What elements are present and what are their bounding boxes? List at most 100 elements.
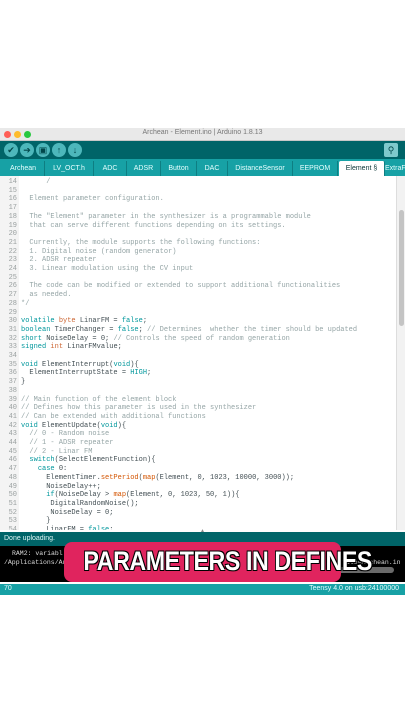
- window-title: Archean - Element.ino | Arduino 1.8.13: [142, 129, 263, 136]
- line-number: 29: [8, 308, 17, 317]
- code-line: 24 3. Linear modulation using the CV inp…: [0, 265, 396, 274]
- editor-scrollbar-thumb[interactable]: [399, 210, 404, 326]
- code-line: 26 The code can be modified or extended …: [0, 282, 396, 291]
- code-line: 40 // Defines how this parameter is used …: [0, 404, 396, 413]
- tab-extrafu[interactable]: ExtraFu: [385, 161, 405, 176]
- code-text: DigitalRandomNoise();: [21, 499, 139, 508]
- code-text: signed int LinarFMvalue;: [21, 343, 122, 352]
- caption-overlay: PARAMETERS IN DEFINES: [64, 542, 372, 582]
- line-number: 32: [8, 334, 17, 343]
- line-number: 53: [8, 517, 17, 526]
- code-line: 19 that can serve different functions de…: [0, 222, 396, 231]
- code-text: ElementTimer.setPeriod(map(Element, 0, 1…: [21, 473, 295, 482]
- code-line: 45 // 2 - Linar FM: [0, 448, 396, 457]
- line-number: 44: [8, 439, 17, 447]
- console-line-1: RAM2: variabl: [12, 550, 63, 557]
- line-number: 17: [8, 204, 17, 213]
- code-line: 51 DigitalRandomNoise();: [0, 500, 396, 509]
- check-icon: ✔: [7, 145, 15, 155]
- line-number: 33: [8, 343, 17, 352]
- line-number: 28: [8, 299, 17, 308]
- line-number: 15: [8, 186, 17, 195]
- code-text: ElementInterruptState = HIGH;: [21, 369, 152, 378]
- line-number: 46: [8, 456, 17, 465]
- code-line: 39 // Main function of the element block: [0, 396, 396, 405]
- line-number: 20: [8, 230, 17, 239]
- line-number: 25: [8, 273, 17, 282]
- tab-lv-oct[interactable]: LV_OCT.h: [45, 161, 94, 176]
- serial-monitor-button[interactable]: ⚲: [384, 143, 398, 157]
- board-port-label: Teensy 4.0 on usb:24100000: [309, 585, 399, 592]
- code-line: 25: [0, 274, 396, 283]
- upload-button[interactable]: ➔: [20, 143, 34, 157]
- save-button[interactable]: ↓: [68, 143, 82, 157]
- console-line-2: /Applications/Ar: [4, 559, 67, 566]
- line-number: 14: [8, 178, 17, 186]
- line-number: 47: [8, 465, 17, 474]
- code-text: NoiseDelay = 0;: [21, 508, 114, 517]
- code-text: as needed.: [21, 291, 72, 300]
- code-text: /: [21, 178, 51, 186]
- code-line: 27 as needed.: [0, 291, 396, 300]
- editor-scrollbar[interactable]: [396, 176, 405, 530]
- code-line: 23 2. ADSR repeater: [0, 256, 396, 265]
- tab-dac[interactable]: DAC: [197, 161, 228, 176]
- code-line: 30 volatile byte LinarFM = false;: [0, 317, 396, 326]
- code-text: case 0:: [37, 465, 68, 474]
- code-line: 15: [0, 187, 396, 196]
- new-button[interactable]: ▣: [36, 143, 50, 157]
- line-number: 22: [8, 247, 17, 256]
- code-line: 21 Currently, the module supports the fo…: [0, 239, 396, 248]
- code-line: 41 // Can be extended with additional fun…: [0, 413, 396, 422]
- tab-adsr[interactable]: ADSR: [127, 161, 161, 176]
- code-line: 48 ElementTimer.setPeriod(map(Element, 0…: [0, 474, 396, 483]
- code-line: 46 switch(SelectElementFunction){: [0, 456, 396, 465]
- code-text: if(NoiseDelay > map(Element, 0, 1023, 50…: [46, 491, 240, 500]
- code-line: 52 NoiseDelay = 0;: [0, 509, 396, 518]
- tab-eeprom[interactable]: EEPROM: [293, 161, 338, 176]
- ide-toolbar: ✔ ➔ ▣ ↑ ↓ ⚲: [0, 141, 405, 159]
- line-number: 34: [8, 352, 17, 360]
- code-text: // 0 - Random noise: [29, 430, 110, 439]
- window-titlebar: Archean - Element.ino | Arduino 1.8.13: [0, 128, 405, 141]
- sketch-tabs: Archean LV_OCT.h ADC ADSR Button DAC Dis…: [0, 159, 405, 176]
- arrow-right-icon: ➔: [23, 145, 31, 155]
- tab-element[interactable]: Element §: [339, 161, 385, 176]
- line-number: 41: [8, 412, 17, 421]
- line-number: 36: [8, 369, 17, 378]
- code-text: 3. Linear modulation using the CV input: [21, 265, 194, 273]
- code-line: 50 if(NoiseDelay > map(Element, 0, 1023,…: [0, 491, 396, 500]
- code-text: }: [21, 517, 51, 526]
- tab-adc[interactable]: ADC: [94, 161, 127, 176]
- verify-button[interactable]: ✔: [4, 143, 18, 157]
- code-line: 14 /: [0, 178, 396, 187]
- code-line: 22 1. Digital noise (random generator): [0, 248, 396, 257]
- code-text: }: [21, 378, 26, 387]
- code-line: 49 NoiseDelay++;: [0, 483, 396, 492]
- code-editor[interactable]: 14 /15 16 Element parameter configuration…: [0, 176, 396, 530]
- code-line: 16 Element parameter configuration.: [0, 195, 396, 204]
- code-text: void ElementInterrupt(void){: [21, 360, 139, 369]
- code-line: 53 }: [0, 517, 396, 526]
- code-text: The "Element" parameter in the synthesiz…: [21, 212, 311, 221]
- arrow-up-icon: ↑: [56, 145, 62, 155]
- board-info-bar: 70 Teensy 4.0 on usb:24100000: [0, 584, 405, 595]
- caption-text: PARAMETERS IN DEFINES: [83, 546, 372, 576]
- tab-archean[interactable]: Archean: [2, 161, 45, 176]
- line-number: 48: [8, 473, 17, 482]
- code-line: 54 LinarFM = false;: [0, 526, 396, 530]
- tab-button[interactable]: Button: [161, 161, 197, 176]
- line-number: 24: [8, 265, 17, 273]
- open-button[interactable]: ↑: [52, 143, 66, 157]
- code-line: 37}: [0, 378, 396, 387]
- code-text: // 2 - Linar FM: [29, 447, 93, 456]
- line-number: 38: [8, 386, 17, 395]
- line-number: 51: [8, 499, 17, 508]
- code-text: Currently, the module supports the follo…: [21, 238, 261, 247]
- magnifier-icon: ⚲: [387, 145, 395, 155]
- tab-distance-sensor[interactable]: DistanceSensor: [228, 161, 293, 176]
- line-number: 31: [8, 325, 17, 334]
- code-text: */: [21, 299, 30, 308]
- line-number: 21: [8, 238, 17, 247]
- code-line: 28 */: [0, 300, 396, 309]
